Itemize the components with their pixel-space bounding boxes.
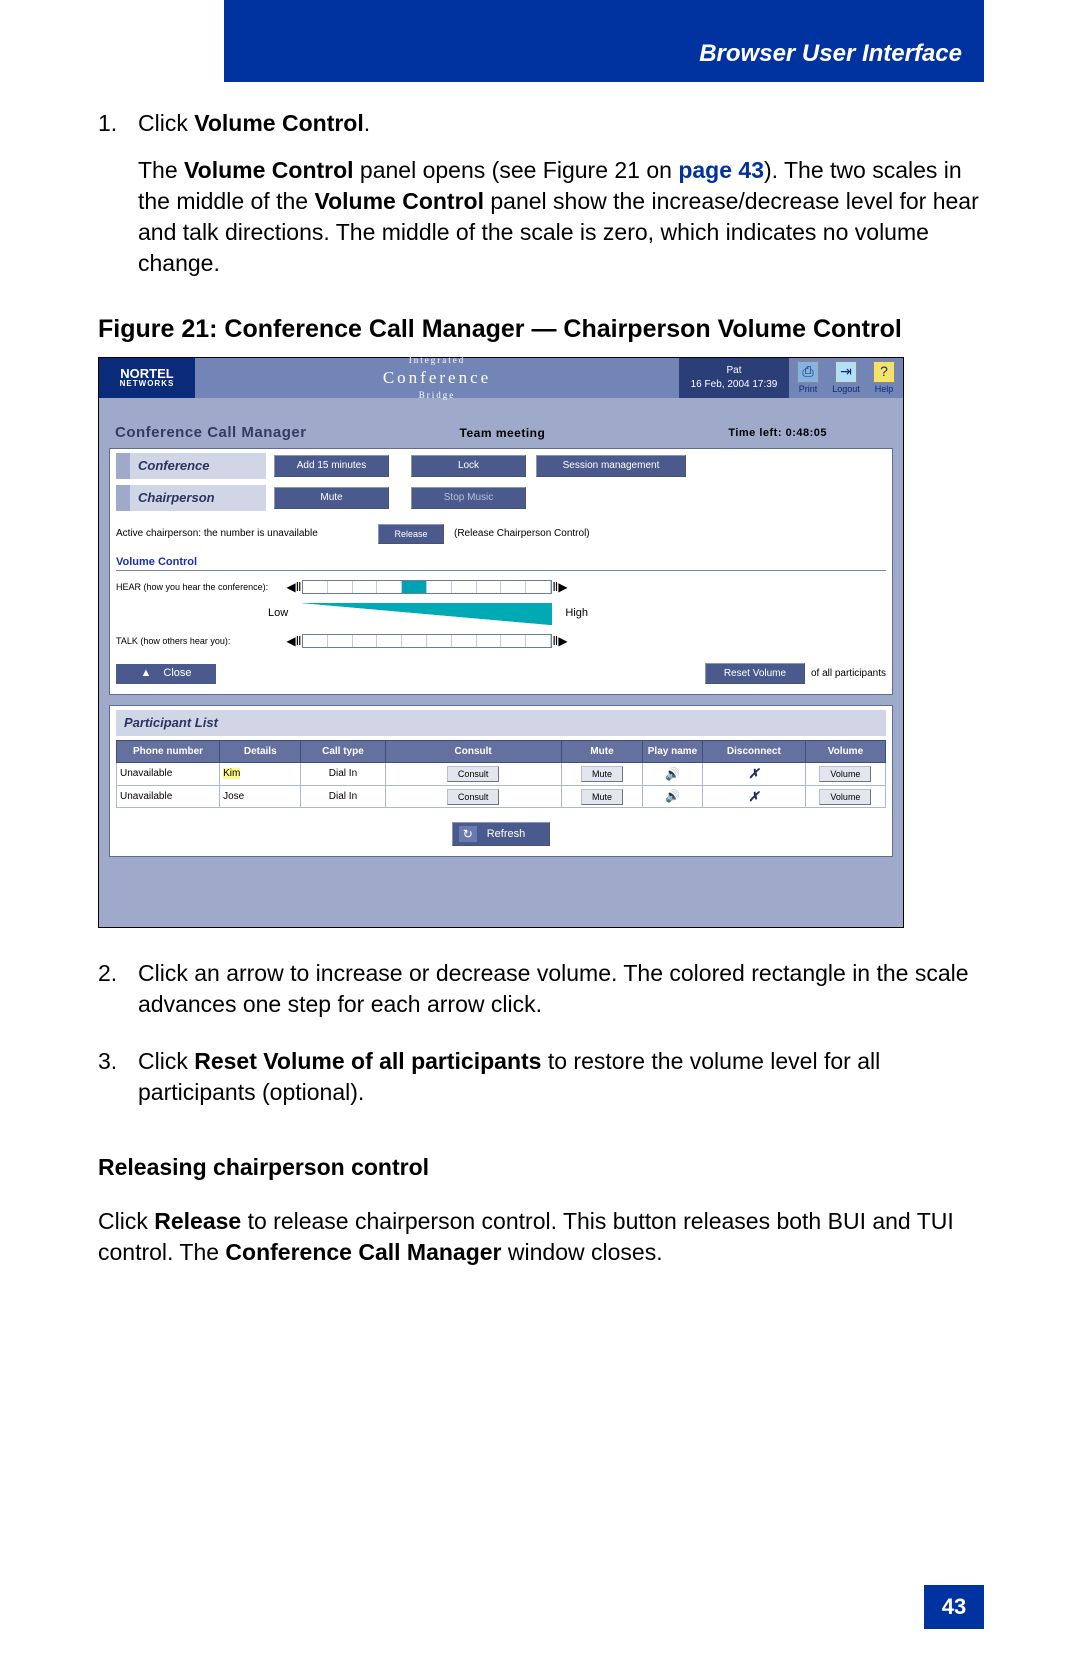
table-row: Unavailable Kim Dial In Consult Mute 🔊 ✗… [117,763,886,786]
col-calltype: Call type [301,740,385,763]
releasing-chairperson-heading: Releasing chairperson control [98,1152,986,1183]
release-button[interactable]: Release [378,524,444,544]
col-playname: Play name [643,740,703,763]
logout-icon: ⇥ [835,361,857,383]
conference-label: Conference [116,453,266,479]
talk-decrease-arrow-icon[interactable]: ◀Ⅱ [286,634,302,648]
talk-volume-row: TALK (how others hear you): ◀Ⅱ Ⅱ▶ [116,631,886,651]
consult-button[interactable]: Consult [447,766,500,782]
disconnect-icon[interactable]: ✗ [748,789,759,804]
ccm-header: Conference Call Manager Team meeting Tim… [109,418,893,448]
mute-all-button[interactable]: Mute [274,487,389,509]
col-volume: Volume [805,740,885,763]
page-content: 1. Click Volume Control. The Volume Cont… [98,108,986,1291]
app-title: Integrated Conference Bridge [195,358,679,398]
step-1b: The Volume Control panel opens (see Figu… [138,155,986,279]
add-15-minutes-button[interactable]: Add 15 minutes [274,455,389,477]
step-1: 1. Click Volume Control. The Volume Cont… [98,108,986,295]
printer-icon: ⎙ [797,361,819,383]
step-2: 2. Click an arrow to increase or decreas… [98,958,986,1036]
figure-21-screenshot: NORTEL NETWORKS Integrated Conference Br… [98,357,904,928]
talk-increase-arrow-icon[interactable]: Ⅱ▶ [552,634,568,648]
releasing-chairperson-paragraph: Click Release to release chairperson con… [98,1206,986,1268]
chairperson-label: Chairperson [116,485,266,511]
step-1-number: 1. [98,108,138,295]
step-1a: Click Volume Control. [138,108,986,139]
refresh-icon: ↻ [459,826,477,842]
stop-music-button[interactable]: Stop Music [411,487,526,509]
help-icon: ? [873,361,895,383]
page-link-43[interactable]: page 43 [678,157,764,183]
volume-button[interactable]: Volume [819,789,871,805]
conference-panel: Conference Add 15 minutes Lock Session m… [109,448,893,695]
lock-button[interactable]: Lock [411,455,526,477]
participant-list-title: Participant List [116,710,886,736]
close-button[interactable]: ▲ Close [116,664,216,684]
session-management-button[interactable]: Session management [536,455,686,477]
volume-button[interactable]: Volume [819,766,871,782]
col-phone: Phone number [117,740,220,763]
app-top-bar: NORTEL NETWORKS Integrated Conference Br… [99,358,903,398]
participant-table: Phone number Details Call type Consult M… [116,740,886,809]
mute-button[interactable]: Mute [581,789,623,805]
refresh-button[interactable]: ↻ Refresh [452,822,551,846]
col-consult: Consult [385,740,561,763]
reset-volume-button[interactable]: Reset Volume [705,663,805,685]
volume-wedge: Low High [302,603,552,625]
col-disconnect: Disconnect [702,740,805,763]
meeting-name: Team meeting [460,425,546,441]
hear-volume-row: HEAR (how you hear the conference): ◀Ⅱ Ⅱ… [116,577,886,597]
chevron-up-icon: ▲ [140,666,151,681]
time-left: Time left: 0:48:05 [728,426,827,441]
speaker-icon[interactable]: 🔊 [665,767,680,781]
page-number: 43 [924,1585,984,1629]
mute-button[interactable]: Mute [581,766,623,782]
col-mute: Mute [561,740,642,763]
hear-increase-arrow-icon[interactable]: Ⅱ▶ [552,580,568,594]
user-box: Pat 16 Feb, 2004 17:39 [679,358,789,398]
hear-scale [302,580,552,594]
logout-button[interactable]: ⇥Logout [827,358,865,398]
release-note: (Release Chairperson Control) [454,527,590,541]
consult-button[interactable]: Consult [447,789,500,805]
talk-scale [302,634,552,648]
active-chairperson-note: Active chairperson: the number is unavai… [116,527,376,541]
section-header: Browser User Interface [224,0,984,82]
reset-volume-text: of all participants [811,667,886,681]
speaker-icon[interactable]: 🔊 [665,789,680,803]
help-button[interactable]: ?Help [865,358,903,398]
disconnect-icon[interactable]: ✗ [748,766,759,781]
nortel-logo: NORTEL NETWORKS [99,358,195,398]
figure-caption: Figure 21: Conference Call Manager — Cha… [98,313,986,347]
print-button[interactable]: ⎙Print [789,358,827,398]
volume-control-title: Volume Control [116,555,886,571]
details-kim: Kim [223,768,240,779]
hear-decrease-arrow-icon[interactable]: ◀Ⅱ [286,580,302,594]
step-3: 3. Click Reset Volume of all participant… [98,1046,986,1124]
table-row: Unavailable Jose Dial In Consult Mute 🔊 … [117,785,886,808]
participant-panel: Participant List Phone number Details Ca… [109,705,893,857]
col-details: Details [220,740,301,763]
